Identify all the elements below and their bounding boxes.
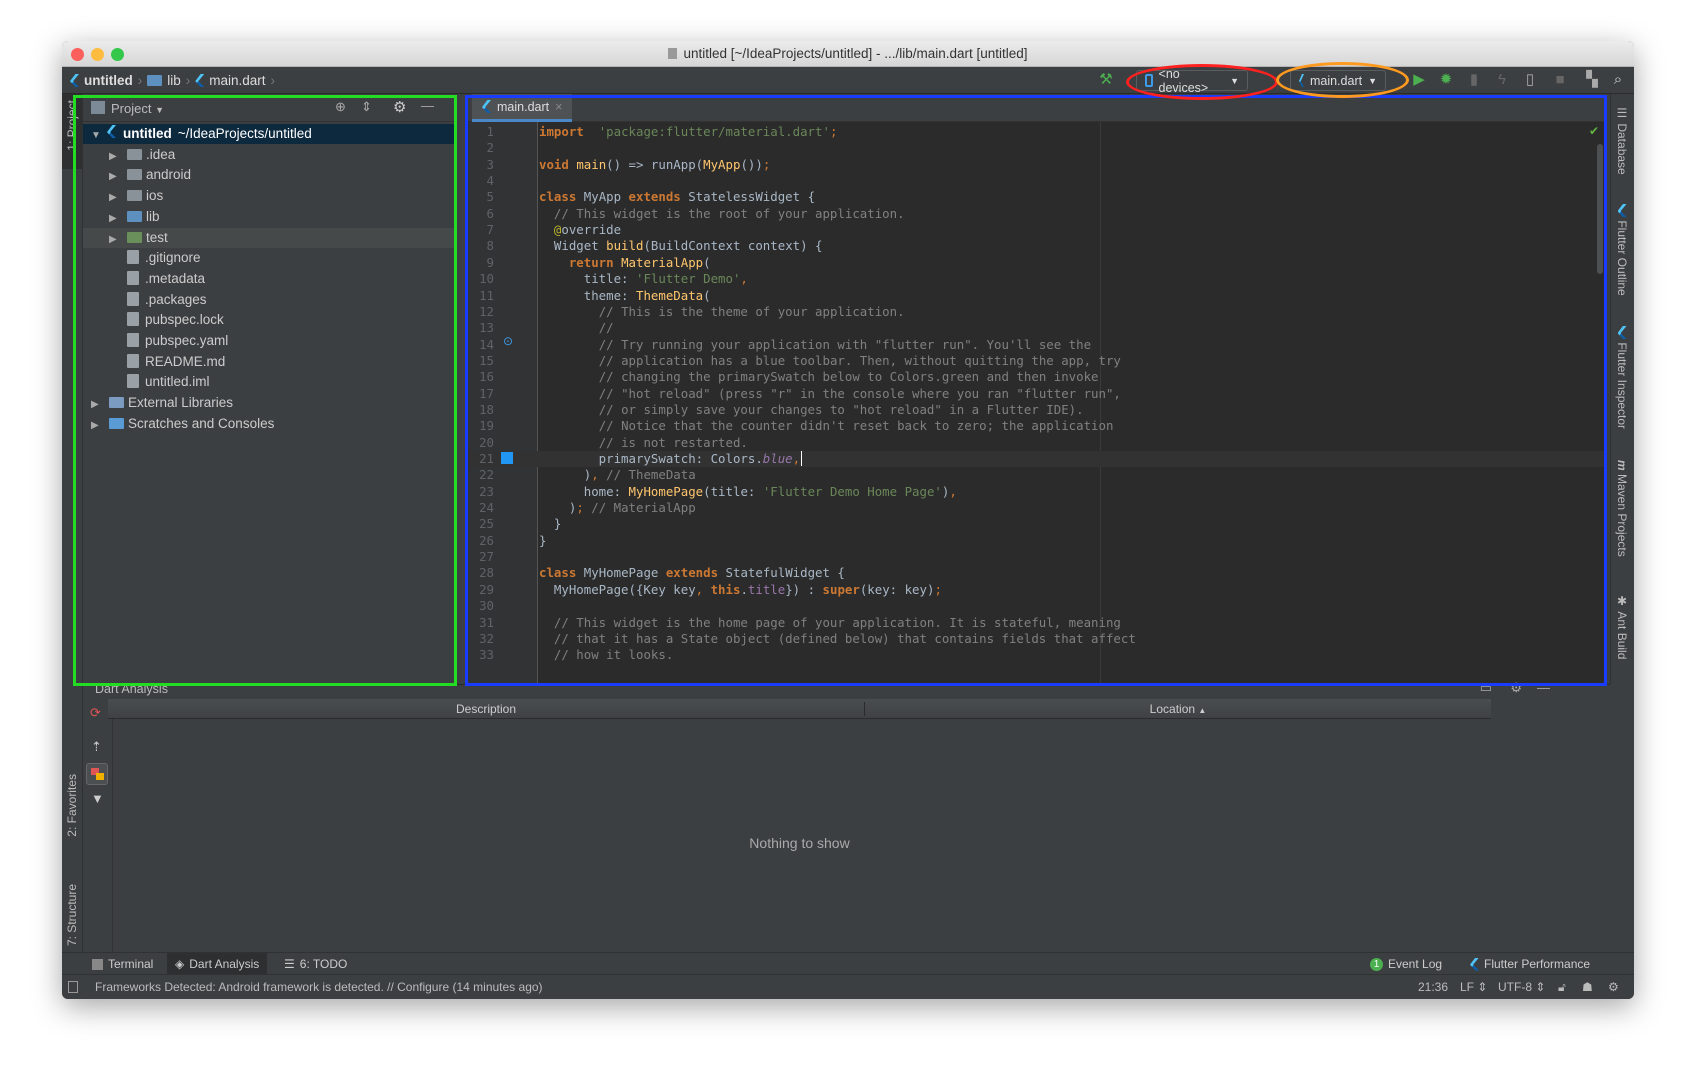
column-description[interactable]: Description [108,702,865,716]
flutter-inspector-label: Flutter Inspector [1615,342,1629,430]
device-manager-icon[interactable]: ▯ [1522,72,1538,88]
status-bar: Frameworks Detected: Android framework i… [62,974,1634,999]
tool-window-database[interactable]: ☰ Database [1615,106,1629,175]
maven-icon: m [1615,460,1629,471]
event-log-label: Event Log [1388,957,1443,971]
tool-window-favorites[interactable]: 2: Favorites [65,774,79,837]
tab-flutter-performance[interactable]: Flutter Performance [1462,953,1598,975]
dart-analysis-panel: Dart Analysis ▭ ⚙ — ⟳ ⇡ ▼ Description Lo… [83,680,1610,986]
tool-windows-icon[interactable] [68,981,78,993]
project-structure-icon[interactable]: ▚ [1584,72,1600,88]
tab-event-log[interactable]: 1 Event Log [1362,953,1450,975]
lock-icon[interactable]: 🔓︎ [1558,975,1566,999]
tab-terminal[interactable]: Terminal [84,953,161,975]
search-icon[interactable]: ⌕ [1610,72,1626,88]
breadcrumb-lib[interactable]: lib [167,73,181,88]
tool-window-flutter-inspector[interactable]: Flutter Inspector [1615,326,1629,429]
ant-icon: ✱ [1615,594,1629,612]
editor-highlight-box [465,95,1607,686]
hector-settings-icon[interactable]: ⚙ [1608,975,1619,999]
tool-window-structure[interactable]: 7: Structure [65,884,79,946]
empty-state-text: Nothing to show [749,835,850,851]
dart-icon: ◈ [175,957,185,971]
terminal-icon [92,958,103,970]
attach-icon[interactable]: ▮ [1466,72,1482,88]
device-selector-highlight [1126,64,1278,100]
sort-asc-icon: ▲ [1198,706,1207,715]
line-separator-label: LF [1460,980,1475,994]
window-title: untitled [~/IdeaProjects/untitled] - ...… [683,46,1028,61]
flutter-icon [1470,957,1479,971]
filter-icon[interactable]: ▼ [91,791,104,806]
flutter-outline-label: Flutter Outline [1615,220,1629,296]
tool-window-maven[interactable]: m Maven Projects [1615,460,1629,557]
breadcrumb-project[interactable]: untitled [84,73,133,88]
event-count-badge: 1 [1370,957,1383,971]
dart-analysis-label: Dart Analysis [189,957,260,971]
inspector-icon[interactable]: ☗ [1582,975,1593,999]
run-config-highlight [1276,62,1409,98]
list-icon: ☰ [284,957,295,971]
dart-file-icon [195,74,205,87]
build-hammer-icon[interactable]: ⚒ [1098,72,1114,88]
stop-icon[interactable]: ■ [1552,72,1568,88]
autoscroll-icon[interactable]: ⇡ [91,739,102,755]
file-encoding[interactable]: UTF-8 ⇕ [1498,975,1545,999]
caret-position[interactable]: 21:36 [1418,975,1448,999]
maven-label: Maven Projects [1615,474,1629,557]
minimize-window-button[interactable] [91,48,104,61]
maximize-window-button[interactable] [111,48,124,61]
tool-window-ant[interactable]: ✱ Ant Build [1615,594,1629,659]
right-tool-strip: ☰ Database Flutter Outline Flutter Inspe… [1610,94,1634,684]
encoding-label: UTF-8 [1498,980,1532,994]
flutter-performance-label: Flutter Performance [1484,957,1591,971]
debug-bug-icon[interactable]: ✹ [1438,72,1454,88]
refresh-icon[interactable]: ⟳ [90,705,101,721]
group-by-severity-icon[interactable] [86,763,108,785]
tool-window-flutter-outline[interactable]: Flutter Outline [1615,204,1629,296]
terminal-label: Terminal [108,957,154,971]
title-bar: untitled [~/IdeaProjects/untitled] - ...… [62,41,1634,67]
flutter-icon [1617,326,1627,339]
tab-dart-analysis[interactable]: ◈ Dart Analysis [167,953,268,975]
location-label: Location [1149,702,1196,716]
breadcrumb-file[interactable]: main.dart [209,73,265,88]
run-icon[interactable]: ▶ [1411,72,1427,88]
database-label: Database [1615,123,1629,175]
column-location[interactable]: Location ▲ [865,702,1491,716]
todo-label: 6: TODO [299,957,348,971]
line-separator[interactable]: LF ⇕ [1460,975,1487,999]
tab-todo[interactable]: ☰ 6: TODO [276,953,355,975]
project-highlight-box [73,95,457,686]
ant-build-label: Ant Build [1615,611,1629,660]
database-icon: ☰ [1615,106,1629,124]
file-icon [668,48,678,59]
flutter-icon [1617,204,1627,217]
bottom-tool-tabs: Terminal ◈ Dart Analysis ☰ 6: TODO 1 Event … [62,952,1634,975]
flutter-icon [70,74,79,87]
analysis-table-header: Description Location ▲ [108,699,1491,719]
status-message[interactable]: Frameworks Detected: Android framework i… [95,975,543,999]
close-window-button[interactable] [71,48,84,61]
breadcrumb: untitled › lib › main.dart › [70,73,275,88]
hot-reload-icon[interactable]: ϟ [1494,72,1510,88]
folder-icon [147,75,163,86]
